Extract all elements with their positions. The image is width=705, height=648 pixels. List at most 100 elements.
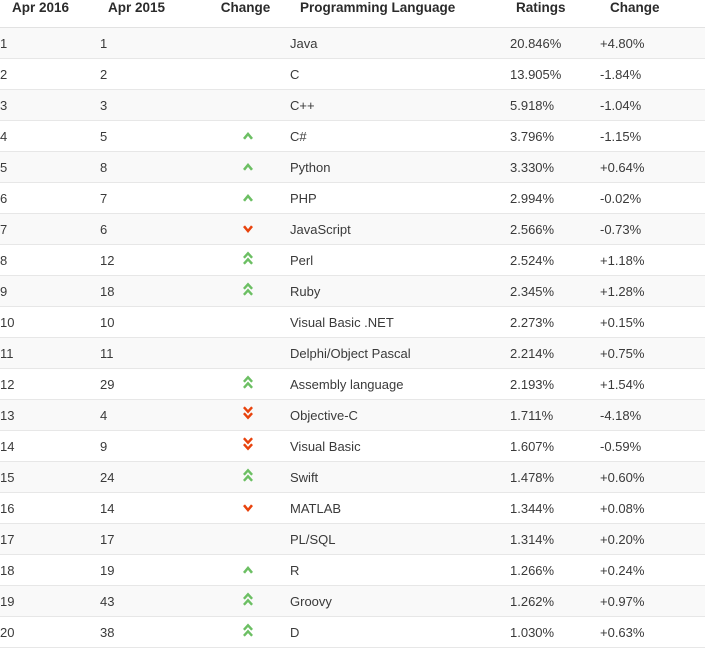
cell-rank-current: 3: [0, 89, 100, 121]
cell-language: Visual Basic: [290, 430, 510, 462]
cell-rank-current: 12: [0, 368, 100, 400]
table-row: 4 5 C# 3.796% -1.15%: [0, 120, 705, 152]
cell-ratings: 3.330%: [510, 151, 600, 183]
cell-ratings: 2.214%: [510, 337, 600, 369]
cell-rank-previous: 2: [100, 58, 205, 90]
cell-ratings: 20.846%: [510, 27, 600, 59]
cell-change: -1.04%: [600, 89, 705, 121]
cell-language: Groovy: [290, 585, 510, 617]
table-row: 20 38 D 1.030% +0.63%: [0, 616, 705, 648]
cell-language: Ruby: [290, 275, 510, 307]
cell-language: C: [290, 58, 510, 90]
table-row: 6 7 PHP 2.994% -0.02%: [0, 182, 705, 214]
cell-change: -1.84%: [600, 58, 705, 90]
cell-rank-current: 4: [0, 120, 100, 152]
cell-change: -0.73%: [600, 213, 705, 245]
cell-trend-arrow: [205, 554, 290, 586]
table-row: 13 4 Objective-C 1.711% -4.18%: [0, 399, 705, 431]
cell-change: +0.08%: [600, 492, 705, 524]
cell-trend-arrow: [205, 120, 290, 152]
column-header-ratings: Ratings: [510, 0, 600, 28]
table-row: 2 2 C 13.905% -1.84%: [0, 58, 705, 90]
cell-change: +1.28%: [600, 275, 705, 307]
cell-rank-previous: 19: [100, 554, 205, 586]
cell-trend-arrow: [205, 89, 290, 121]
table-row: 11 11 Delphi/Object Pascal 2.214% +0.75%: [0, 337, 705, 369]
cell-ratings: 1.478%: [510, 461, 600, 493]
cell-trend-arrow: [205, 275, 290, 307]
chevron-up-icon: [242, 193, 254, 203]
cell-ratings: 5.918%: [510, 89, 600, 121]
cell-rank-current: 16: [0, 492, 100, 524]
cell-language: PL/SQL: [290, 523, 510, 555]
cell-ratings: 2.345%: [510, 275, 600, 307]
cell-rank-previous: 1: [100, 27, 205, 59]
cell-trend-arrow: [205, 616, 290, 648]
double-chevron-down-icon: [242, 437, 254, 452]
cell-rank-current: 9: [0, 275, 100, 307]
cell-change: +0.20%: [600, 523, 705, 555]
double-chevron-up-icon: [242, 251, 254, 266]
chevron-up-icon: [242, 131, 254, 141]
cell-trend-arrow: [205, 430, 290, 462]
cell-language: MATLAB: [290, 492, 510, 524]
table-row: 14 9 Visual Basic 1.607% -0.59%: [0, 430, 705, 462]
cell-trend-arrow: [205, 151, 290, 183]
cell-trend-arrow: [205, 213, 290, 245]
cell-change: +0.15%: [600, 306, 705, 338]
cell-rank-previous: 4: [100, 399, 205, 431]
double-chevron-up-icon: [242, 375, 254, 390]
column-header-change: Change: [600, 0, 705, 28]
cell-rank-current: 8: [0, 244, 100, 276]
cell-change: -0.02%: [600, 182, 705, 214]
cell-change: +0.75%: [600, 337, 705, 369]
cell-change: -0.59%: [600, 430, 705, 462]
cell-language: PHP: [290, 182, 510, 214]
cell-rank-previous: 29: [100, 368, 205, 400]
chevron-down-icon: [242, 224, 254, 234]
table-row: 16 14 MATLAB 1.344% +0.08%: [0, 492, 705, 524]
cell-ratings: 2.273%: [510, 306, 600, 338]
cell-rank-previous: 8: [100, 151, 205, 183]
cell-language: R: [290, 554, 510, 586]
cell-trend-arrow: [205, 244, 290, 276]
cell-change: +0.97%: [600, 585, 705, 617]
cell-change: +0.24%: [600, 554, 705, 586]
cell-language: JavaScript: [290, 213, 510, 245]
cell-rank-previous: 5: [100, 120, 205, 152]
cell-ratings: 2.994%: [510, 182, 600, 214]
chevron-down-icon: [242, 503, 254, 513]
cell-language: Objective-C: [290, 399, 510, 431]
cell-rank-current: 19: [0, 585, 100, 617]
cell-change: -1.15%: [600, 120, 705, 152]
cell-ratings: 1.262%: [510, 585, 600, 617]
table-row: 8 12 Perl 2.524% +1.18%: [0, 244, 705, 276]
cell-rank-previous: 7: [100, 182, 205, 214]
table-row: 7 6 JavaScript 2.566% -0.73%: [0, 213, 705, 245]
cell-rank-current: 10: [0, 306, 100, 338]
cell-language: D: [290, 616, 510, 648]
cell-ratings: 2.524%: [510, 244, 600, 276]
cell-language: C++: [290, 89, 510, 121]
cell-rank-previous: 38: [100, 616, 205, 648]
cell-change: -4.18%: [600, 399, 705, 431]
cell-change: +0.64%: [600, 151, 705, 183]
cell-ratings: 13.905%: [510, 58, 600, 90]
table-row: 3 3 C++ 5.918% -1.04%: [0, 89, 705, 121]
cell-change: +1.54%: [600, 368, 705, 400]
cell-rank-previous: 10: [100, 306, 205, 338]
cell-trend-arrow: [205, 182, 290, 214]
table-header: Apr 2016 Apr 2015 Change Programming Lan…: [0, 0, 705, 28]
table-row: 19 43 Groovy 1.262% +0.97%: [0, 585, 705, 617]
cell-language: Delphi/Object Pascal: [290, 337, 510, 369]
table-row: 10 10 Visual Basic .NET 2.273% +0.15%: [0, 306, 705, 338]
cell-trend-arrow: [205, 368, 290, 400]
cell-rank-current: 7: [0, 213, 100, 245]
cell-ratings: 1.314%: [510, 523, 600, 555]
double-chevron-up-icon: [242, 623, 254, 638]
cell-trend-arrow: [205, 492, 290, 524]
cell-rank-current: 14: [0, 430, 100, 462]
tiobe-index-table: Apr 2016 Apr 2015 Change Programming Lan…: [0, 0, 705, 648]
chevron-up-icon: [242, 162, 254, 172]
cell-rank-current: 20: [0, 616, 100, 648]
